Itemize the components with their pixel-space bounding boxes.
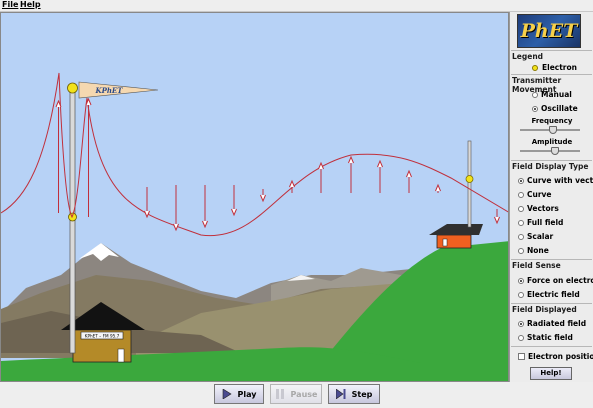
flag-text: KPhET [95, 86, 124, 95]
amplitude-slider[interactable] [520, 147, 580, 155]
radio-circle [518, 291, 524, 298]
play-icon [222, 388, 232, 400]
radio-curve[interactable]: Curve [518, 190, 552, 199]
receiver-electron [465, 175, 474, 183]
slider-thumb[interactable] [551, 147, 560, 155]
vector-arrow [377, 159, 383, 193]
antenna-top-ball [67, 82, 78, 94]
step-icon [335, 388, 346, 400]
transmitter-door [117, 348, 125, 363]
pause-icon [275, 389, 285, 399]
vector-arrow [318, 161, 324, 193]
simulation-canvas[interactable]: KPhET – FM 95.7 KPhET [0, 12, 509, 382]
vector-arrow [231, 185, 237, 217]
radio-circle [518, 334, 524, 341]
menu-file[interactable]: File [2, 0, 18, 10]
vector-arrow [435, 183, 441, 193]
radio-none[interactable]: None [518, 246, 549, 255]
vector-arrow [202, 185, 208, 229]
menu-bar: File Help [0, 0, 593, 12]
legend-electron: Electron [532, 63, 577, 72]
radio-manual[interactable]: Manual [532, 90, 572, 99]
pause-button[interactable]: Pause [270, 384, 322, 404]
vector-arrow [173, 185, 179, 232]
frequency-label: Frequency [531, 117, 573, 125]
play-button[interactable]: Play [214, 384, 264, 404]
frequency-slider[interactable] [520, 126, 580, 134]
control-panel: PhET Legend Electron Transmitter Movemen… [509, 12, 593, 382]
radio-circle [532, 91, 538, 98]
phet-logo[interactable]: PhET [517, 14, 581, 48]
receiver-house [436, 234, 472, 249]
receiver-antenna [467, 140, 472, 228]
amplitude-label: Amplitude [531, 138, 573, 146]
divider [511, 303, 592, 304]
slider-track [520, 150, 580, 152]
electron-icon [532, 64, 538, 71]
house-sign: KPhET – FM 95.7 [85, 334, 120, 339]
scene-drawing: KPhET – FM 95.7 KPhET [1, 72, 508, 381]
slider-thumb[interactable] [548, 126, 557, 134]
vector-arrow [144, 187, 150, 219]
vector-arrow [494, 209, 500, 225]
vector-arrow [406, 169, 412, 193]
vector-arrow [289, 179, 295, 193]
radio-circle [518, 320, 524, 327]
radio-scalar[interactable]: Scalar [518, 232, 553, 241]
radio-oscillate[interactable]: Oscillate [532, 104, 578, 113]
divider [511, 74, 592, 75]
radio-circle [518, 233, 524, 240]
field-curve [1, 72, 508, 237]
receiver-door [442, 238, 448, 247]
radio-force-on-electron[interactable]: Force on electron [518, 276, 593, 285]
receiver-roof [429, 224, 483, 235]
checkbox-box [518, 353, 525, 360]
radio-static-field[interactable]: Static field [518, 333, 573, 342]
radio-circle [518, 205, 524, 212]
divider [511, 50, 592, 51]
divider [511, 160, 592, 161]
playback-bar: Play Pause Step [0, 382, 593, 408]
radio-radiated-field[interactable]: Radiated field [518, 319, 586, 328]
divider [511, 259, 592, 260]
radio-circle [518, 277, 524, 284]
transmitter-antenna [69, 90, 76, 354]
field-display-title: Field Display Type [512, 162, 589, 171]
electron-positions-checkbox[interactable]: Electron positions [518, 352, 593, 361]
step-button[interactable]: Step [328, 384, 380, 404]
field-vectors [55, 97, 500, 232]
radio-curve-with-vectors[interactable]: Curve with vectors [518, 176, 593, 185]
radio-circle [532, 105, 538, 112]
field-displayed-title: Field Displayed [512, 305, 577, 314]
vector-arrow [348, 155, 354, 193]
menu-help[interactable]: Help [20, 0, 41, 10]
radio-circle [518, 219, 524, 226]
radio-electric-field[interactable]: Electric field [518, 290, 580, 299]
field-sense-title: Field Sense [512, 261, 561, 270]
radio-full-field[interactable]: Full field [518, 218, 563, 227]
radio-vectors[interactable]: Vectors [518, 204, 559, 213]
vector-arrow [55, 99, 62, 213]
help-button[interactable]: Help! [530, 367, 572, 380]
vector-arrow [260, 189, 266, 203]
radio-circle [518, 191, 524, 198]
divider [511, 346, 592, 347]
legend-title: Legend [512, 52, 544, 61]
radio-circle [518, 177, 524, 184]
radio-circle [518, 247, 524, 254]
